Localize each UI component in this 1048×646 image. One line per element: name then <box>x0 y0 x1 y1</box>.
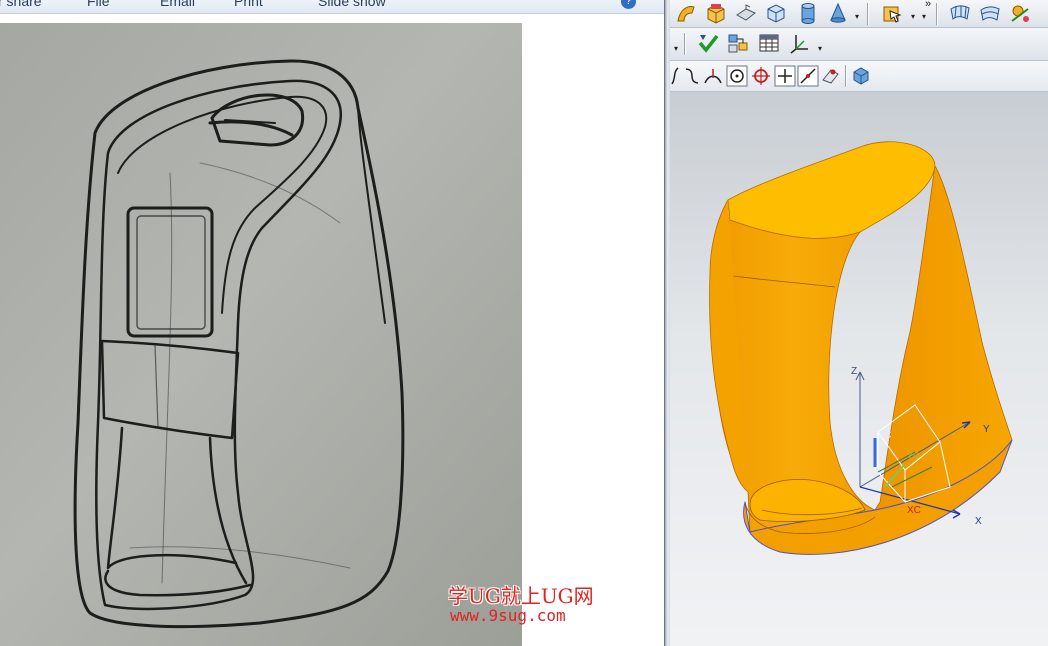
center-snap-icon[interactable] <box>726 64 748 88</box>
csys-y-label: Y <box>983 424 990 435</box>
cylinder-icon[interactable] <box>796 1 820 25</box>
cad-window: ▾ ▾ ▾ » ▾ ▾ Z Y ZC YC XC X <box>670 0 1048 646</box>
feature-more-arrow[interactable]: ▾ <box>922 12 926 21</box>
more-surface-icon[interactable] <box>1008 1 1032 25</box>
help-icon[interactable]: ? <box>621 0 636 9</box>
toolbar-row-1: ▾ ▾ ▾ » <box>670 0 1048 28</box>
orange-model <box>709 141 1013 555</box>
photo-viewer-window: r share File Email Print Slide show ? 学U… <box>0 0 664 646</box>
watermark-title: 学UG就上UG网 <box>448 584 594 608</box>
toolbar-row-2: ▾ ▾ <box>670 28 1048 61</box>
existing-point-snap-icon[interactable] <box>774 64 796 88</box>
feature-dropdown-arrow[interactable]: ▾ <box>911 12 915 21</box>
csys-xc-label: XC <box>907 505 921 516</box>
csys-yc-label: YC <box>907 451 920 461</box>
toolbar-separator <box>867 3 869 25</box>
data-table-icon[interactable] <box>757 31 781 55</box>
studio-surface-icon[interactable] <box>978 1 1002 25</box>
csys-z-label: Z <box>851 366 857 377</box>
intersection-curve-icon[interactable] <box>703 64 723 88</box>
through-curves-mesh-icon[interactable] <box>948 1 972 25</box>
print-menu[interactable]: Print <box>234 0 263 9</box>
graphics-window[interactable]: Z Y ZC YC XC X <box>670 92 1048 646</box>
sketch-photo <box>0 23 522 646</box>
csys-dropdown-arrow[interactable]: ▾ <box>818 44 822 53</box>
assembly-navigator-icon[interactable] <box>726 31 750 55</box>
row2-dropdown-arrow[interactable]: ▾ <box>674 44 678 53</box>
toolbar-separator <box>684 33 686 55</box>
block-feature-icon[interactable] <box>704 1 728 25</box>
feature-operation-icon[interactable] <box>880 1 904 25</box>
on-curve-snap-icon[interactable] <box>797 64 819 88</box>
check-geometry-icon[interactable] <box>696 31 720 55</box>
toolbar-separator <box>845 65 847 87</box>
watermark: 学UG就上UG网 www.9sug.com <box>448 585 608 625</box>
viewer-toolbar: r share File Email Print Slide show ? <box>0 0 664 14</box>
spline-icon[interactable] <box>670 64 680 88</box>
face-snap-icon[interactable] <box>819 64 841 88</box>
toolbar-row-3 <box>670 61 1048 92</box>
box-icon[interactable] <box>764 1 788 25</box>
toolbar-separator <box>936 3 938 25</box>
email-menu[interactable]: Email <box>160 0 195 9</box>
quadrant-snap-icon[interactable] <box>750 64 772 88</box>
file-menu[interactable]: File <box>87 0 110 9</box>
csys-x-label: X <box>975 516 982 527</box>
coordinate-system-icon[interactable] <box>788 31 812 55</box>
sweep-icon[interactable] <box>674 1 698 25</box>
solid-body-filter-icon[interactable] <box>850 64 872 88</box>
csys-zc-label: ZC <box>878 430 891 441</box>
watermark-url: www.9sug.com <box>450 606 566 625</box>
cone-icon[interactable] <box>826 1 850 25</box>
slide-show-menu[interactable]: Slide show <box>318 0 386 9</box>
edge-blend-icon[interactable] <box>734 1 758 25</box>
cone-dropdown-arrow[interactable]: ▾ <box>855 12 859 21</box>
share-menu[interactable]: r share <box>0 0 42 9</box>
toolbar-overflow[interactable]: » <box>925 0 931 10</box>
curve-icon[interactable] <box>683 64 701 88</box>
